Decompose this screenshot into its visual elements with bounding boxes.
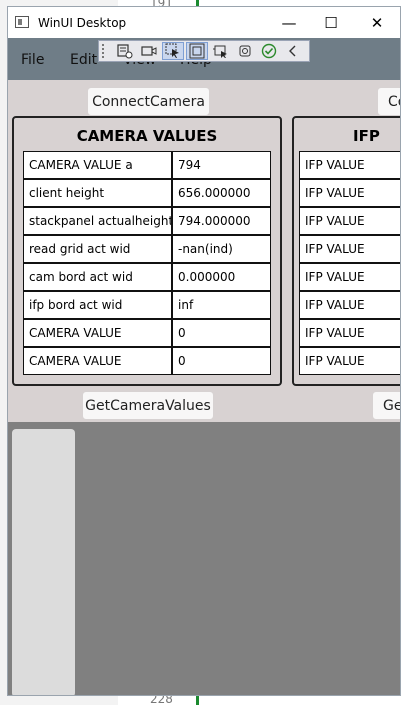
maximize-icon: ☐ xyxy=(324,14,338,32)
app-icon xyxy=(15,16,29,28)
camera-row-value: -nan(ind) xyxy=(173,236,270,262)
camera-icon[interactable] xyxy=(138,42,160,60)
camera-row-label: cam bord act wid xyxy=(24,264,171,290)
camera-panel-title: CAMERA VALUES xyxy=(76,127,218,145)
connect-camera-button[interactable]: ConnectCamera xyxy=(87,87,210,116)
menu-file[interactable]: File xyxy=(21,52,44,68)
window-title: WinUI Desktop xyxy=(38,16,127,30)
minimize-button[interactable]: — xyxy=(269,11,309,35)
ifp-row-label: IFP VALUE xyxy=(300,320,400,346)
ifp-row-label: IFP VALUE xyxy=(300,236,400,262)
close-icon: ✕ xyxy=(370,14,384,32)
camera-row-value: 794.000000 xyxy=(173,208,270,234)
connect-ifp-button[interactable]: Co xyxy=(377,87,400,116)
ifp-values-panel: IFP IFP VALUE IFP VALUE IFP VALUE IFP VA… xyxy=(292,116,400,386)
camera-row-label: CAMERA VALUE xyxy=(24,348,171,374)
app-window: WinUI Desktop — ☐ ✕ File Edit View Help xyxy=(7,6,401,696)
close-button[interactable]: ✕ xyxy=(357,11,397,35)
camera-row-value: 0 xyxy=(173,348,270,374)
ifp-panel-title: IFP xyxy=(353,127,380,145)
ifp-row-label: IFP VALUE xyxy=(300,264,400,290)
lower-area xyxy=(8,422,400,695)
menu-edit[interactable]: Edit xyxy=(70,52,97,68)
maximize-button[interactable]: ☐ xyxy=(311,11,351,35)
camera-row-value: 656.000000 xyxy=(173,180,270,206)
toolbar-grip[interactable] xyxy=(102,44,108,58)
ifp-row-label: IFP VALUE xyxy=(300,180,400,206)
camera-values-grid: CAMERA VALUE a 794 client height 656.000… xyxy=(23,151,271,375)
camera-row-label: stackpanel actualheight xyxy=(24,208,171,234)
collapse-icon[interactable] xyxy=(282,42,304,60)
title-bar[interactable]: WinUI Desktop — ☐ ✕ xyxy=(8,7,400,38)
camera-row-label: read grid act wid xyxy=(24,236,171,262)
ifp-row-label: IFP VALUE xyxy=(300,208,400,234)
display-layout-adorners-icon[interactable] xyxy=(186,42,208,60)
hot-reload-ok-icon[interactable] xyxy=(258,42,280,60)
camera-row-label: client height xyxy=(24,180,171,206)
ifp-row-label: IFP VALUE xyxy=(300,348,400,374)
camera-row-value: 794 xyxy=(173,152,270,178)
live-visual-tree-icon[interactable] xyxy=(114,42,136,60)
camera-values-panel: CAMERA VALUES CAMERA VALUE a 794 client … xyxy=(12,116,282,386)
binding-failures-icon[interactable] xyxy=(234,42,256,60)
camera-row-value: 0 xyxy=(173,320,270,346)
get-ifp-values-button[interactable]: Ge xyxy=(372,391,400,420)
camera-row-label: ifp bord act wid xyxy=(24,292,171,318)
ifp-row-label: IFP VALUE xyxy=(300,292,400,318)
camera-row-value: 0.000000 xyxy=(173,264,270,290)
ifp-values-grid: IFP VALUE IFP VALUE IFP VALUE IFP VALUE … xyxy=(299,151,400,375)
camera-row-label: CAMERA VALUE a xyxy=(24,152,171,178)
camera-row-value: inf xyxy=(173,292,270,318)
side-panel xyxy=(12,429,75,695)
minimize-icon: — xyxy=(281,14,297,32)
track-focus-icon[interactable] xyxy=(210,42,232,60)
get-camera-values-button[interactable]: GetCameraValues xyxy=(82,391,214,420)
ifp-row-label: IFP VALUE xyxy=(300,152,400,178)
camera-row-label: CAMERA VALUE xyxy=(24,320,171,346)
xaml-debug-toolbar xyxy=(98,40,310,62)
main-content: ConnectCamera Co CAMERA VALUES CAMERA VA… xyxy=(8,80,400,422)
select-element-icon[interactable] xyxy=(162,42,184,60)
